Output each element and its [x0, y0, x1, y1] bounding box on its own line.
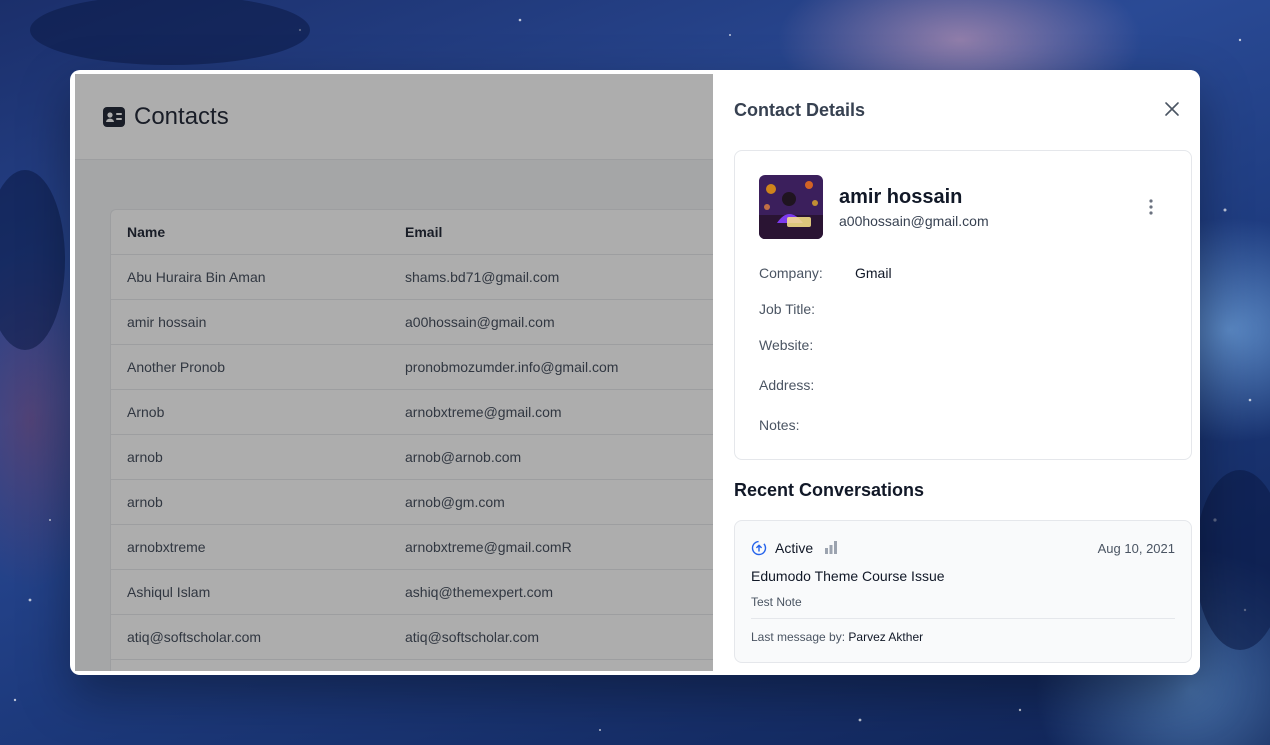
conversation-date: Aug 10, 2021	[1097, 541, 1175, 556]
last-message-author: Parvez Akther	[848, 630, 924, 644]
contact-details-panel: Contact Details amir hossain a00hossain@…	[713, 70, 1200, 675]
panel-title: Contact Details	[734, 100, 866, 120]
conversation-status: Active	[775, 540, 814, 556]
active-status-icon	[751, 540, 767, 556]
company-value: Gmail	[855, 265, 892, 281]
address-label: Address:	[759, 377, 815, 393]
last-message-info: Last message by: Parvez Akther	[751, 630, 923, 644]
recent-conversations-title: Recent Conversations	[734, 480, 925, 500]
job-title-label: Job Title:	[759, 301, 816, 317]
conversation-card[interactable]: Active Aug 10, 2021 Edumodo Theme Course…	[734, 520, 1192, 663]
conversation-subject: Edumodo Theme Course Issue	[751, 568, 945, 584]
notes-label: Notes:	[759, 417, 800, 433]
website-label: Website:	[759, 337, 814, 353]
priority-bars-icon	[825, 541, 837, 554]
divider	[751, 618, 1175, 619]
conversation-note: Test Note	[751, 595, 802, 609]
modal-backdrop[interactable]	[75, 74, 713, 671]
last-message-label: Last message by:	[751, 630, 846, 644]
contact-profile-card: amir hossain a00hossain@gmail.com Compan…	[734, 150, 1192, 460]
contact-name: amir hossain	[839, 186, 963, 208]
contact-email: a00hossain@gmail.com	[839, 213, 989, 229]
app-window: Contacts Name Email Abu Huraira Bin Aman…	[70, 70, 1200, 675]
kebab-menu-icon[interactable]	[1145, 197, 1157, 217]
company-label: Company:	[759, 265, 823, 281]
contacts-list-pane: Contacts Name Email Abu Huraira Bin Aman…	[75, 74, 713, 671]
close-icon[interactable]	[1162, 99, 1182, 119]
avatar	[759, 175, 823, 239]
